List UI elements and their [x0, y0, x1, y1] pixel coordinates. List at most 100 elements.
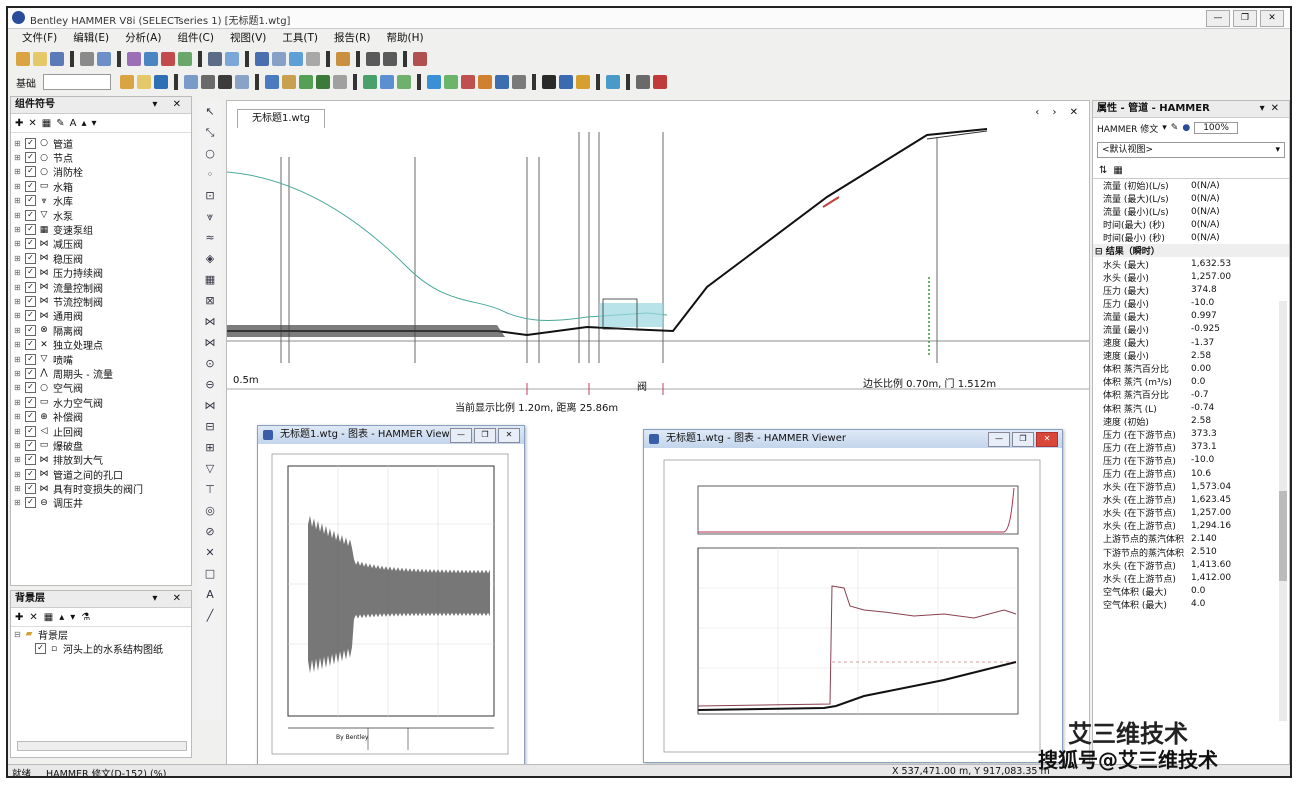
menu-file[interactable]: 文件(F): [16, 30, 63, 45]
undo-icon[interactable]: [366, 52, 380, 66]
redo-icon[interactable]: [383, 52, 397, 66]
delete-layer-icon[interactable]: ✕: [29, 612, 37, 623]
expand-icon[interactable]: ⊞: [14, 139, 23, 148]
close-button[interactable]: ✕: [1260, 10, 1284, 27]
property-row[interactable]: 体积 蒸汽百分比 -0.7: [1093, 388, 1289, 402]
spot-elevation-tool-icon[interactable]: ⊞: [203, 441, 217, 455]
element-tree-item[interactable]: ⊞ ✓ ▭ 水箱: [11, 179, 191, 194]
turbine-tool-icon[interactable]: ▽: [203, 462, 217, 476]
print-icon[interactable]: [80, 52, 94, 66]
annotation-icon[interactable]: [282, 75, 296, 89]
element-tree-item[interactable]: ⊞ ✓ ▭ 水力空气阀: [11, 395, 191, 410]
warning-icon[interactable]: [576, 75, 590, 89]
visibility-checkbox[interactable]: ✓: [25, 281, 36, 293]
visibility-checkbox[interactable]: ✓: [25, 209, 36, 221]
line-tool-icon[interactable]: ╱: [203, 609, 217, 623]
move-down-icon[interactable]: ▾: [70, 612, 75, 623]
expand-icon[interactable]: ⊞: [14, 297, 23, 306]
property-row[interactable]: 流量 (初始)(L/s) 0(N/A): [1093, 179, 1289, 193]
properties-section[interactable]: ⊟ 结果（瞬时）: [1093, 244, 1289, 258]
property-row[interactable]: 速度 (最小) 2.58: [1093, 349, 1289, 363]
property-row[interactable]: 水头 (在上游节点) 1,412.00: [1093, 572, 1289, 585]
expand-icon[interactable]: ⊞: [14, 340, 23, 349]
expand-icon[interactable]: ⊞: [14, 427, 23, 436]
scenario-icon[interactable]: [120, 75, 134, 89]
property-row[interactable]: 体积 蒸汽百分比 0.00: [1093, 362, 1289, 376]
expand-icon[interactable]: ⊞: [14, 398, 23, 407]
property-row[interactable]: 速度 (最大) -1.37: [1093, 336, 1289, 350]
element-tree-item[interactable]: ⊞ ✓ ⋈ 压力持续阀: [11, 266, 191, 280]
alternative-icon[interactable]: [137, 75, 151, 89]
element-tree-item[interactable]: ⊞ ✓ ⋈ 管道之间的孔口: [11, 467, 191, 482]
print-preview-icon[interactable]: [97, 52, 111, 66]
minimize-button[interactable]: —: [988, 432, 1010, 447]
expand-icon[interactable]: ⊞: [14, 254, 23, 263]
expand-icon[interactable]: ⊞: [14, 484, 23, 493]
element-tree-item[interactable]: ⊞ ✓ ⋈ 流量控制阀: [11, 280, 191, 295]
engineering-libraries-icon[interactable]: [478, 75, 492, 89]
element-tree-item[interactable]: ⊞ ✓ ○ 节点: [11, 150, 191, 165]
close-button[interactable]: ✕: [1036, 432, 1058, 447]
text-icon[interactable]: A: [70, 118, 77, 129]
graph-window-titlebar[interactable]: 无标题1.wtg - 图表 - HAMMER Viewer — ❐ ✕: [258, 426, 524, 444]
property-row[interactable]: 体积 蒸汽 (L) -0.74: [1093, 402, 1289, 415]
isolation-valve-tool-icon[interactable]: ⊟: [203, 420, 217, 434]
maximize-button[interactable]: ❐: [1233, 10, 1257, 27]
tab-drawing[interactable]: 无标题1.wtg: [237, 109, 325, 128]
minimize-button[interactable]: —: [450, 428, 472, 443]
expand-icon[interactable]: ⊞: [14, 283, 23, 292]
visibility-checkbox[interactable]: ✓: [25, 367, 36, 379]
calc-options-icon[interactable]: [154, 75, 168, 89]
tcv-tool-icon[interactable]: ⊖: [203, 378, 217, 392]
visibility-checkbox[interactable]: ✓: [25, 166, 36, 178]
expand-icon[interactable]: ⊞: [14, 239, 23, 248]
visibility-checkbox[interactable]: ✓: [25, 152, 36, 164]
background-layer-item[interactable]: ✓ ▫ 河头上的水系结构图纸: [11, 641, 191, 656]
pump-tool-icon[interactable]: ≈: [203, 231, 217, 245]
expand-icon[interactable]: ⊟: [14, 630, 23, 639]
expand-icon[interactable]: ⊞: [14, 412, 23, 421]
property-row[interactable]: 速度 (初始) 2.58: [1093, 415, 1289, 428]
visibility-checkbox[interactable]: ✓: [25, 382, 36, 394]
chevron-down-icon[interactable]: ▾: [1162, 123, 1167, 133]
element-tree-item[interactable]: ⊞ ✓ ⊕ 补偿阀: [11, 409, 191, 424]
property-row[interactable]: 压力 (在上游节点) 373.1: [1093, 441, 1289, 454]
graph-icon[interactable]: [272, 52, 286, 66]
zoom-icon[interactable]: [201, 75, 215, 89]
property-row[interactable]: 流量 (最小)(L/s) 0(N/A): [1093, 205, 1289, 219]
panel-controls[interactable]: ▾✕: [1260, 101, 1285, 117]
gpv-tool-icon[interactable]: ⋈: [203, 399, 217, 413]
zoom-level[interactable]: 100%: [1194, 122, 1238, 134]
element-tree-item[interactable]: ⊞ ✓ ⋀ 周期头 - 流量: [11, 366, 191, 381]
layout-icon[interactable]: [636, 75, 650, 89]
expand-icon[interactable]: ⊞: [14, 182, 23, 191]
selection-set-icon[interactable]: [444, 75, 458, 89]
compute-icon[interactable]: [225, 52, 239, 66]
property-row[interactable]: 压力 (在下游节点) -10.0: [1093, 454, 1289, 467]
contour-icon[interactable]: [306, 52, 320, 66]
element-tree-item[interactable]: ⊞ ✓ ⊗ 隔离阀: [11, 323, 191, 338]
shield-icon[interactable]: [559, 75, 573, 89]
expand-icon[interactable]: ⊞: [14, 441, 23, 450]
expand-icon[interactable]: ⊞: [14, 153, 23, 162]
element-tree-item[interactable]: ⊞ ✓ ⋈ 具有时变损失的阀门: [11, 481, 191, 496]
visibility-checkbox[interactable]: ✓: [25, 353, 36, 365]
zoom-extents-icon[interactable]: [235, 75, 249, 89]
psv-tool-icon[interactable]: ⋈: [203, 315, 217, 329]
element-tree-item[interactable]: ⊞ ✓ ○ 消防栓: [11, 165, 191, 179]
delete-icon[interactable]: ✕: [28, 118, 36, 129]
query-icon[interactable]: [427, 75, 441, 89]
visibility-checkbox[interactable]: ✓: [25, 439, 36, 451]
add-icon[interactable]: ✚: [15, 118, 23, 129]
expand-icon[interactable]: ⊞: [14, 311, 23, 320]
visibility-checkbox[interactable]: ✓: [25, 339, 36, 351]
menu-components[interactable]: 组件(C): [171, 30, 220, 45]
expand-icon[interactable]: ⊞: [14, 498, 23, 507]
visibility-checkbox[interactable]: ✓: [25, 238, 36, 250]
property-row[interactable]: 水头 (在下游节点) 1,573.04: [1093, 480, 1289, 494]
pan-icon[interactable]: [184, 75, 198, 89]
color-coding-icon[interactable]: [299, 75, 313, 89]
property-row[interactable]: 空气体积 (最大) 0.0: [1093, 585, 1289, 598]
horizontal-scrollbar[interactable]: [17, 741, 187, 751]
element-tree-item[interactable]: ⊞ ✓ ▭ 爆破盘: [11, 438, 191, 453]
